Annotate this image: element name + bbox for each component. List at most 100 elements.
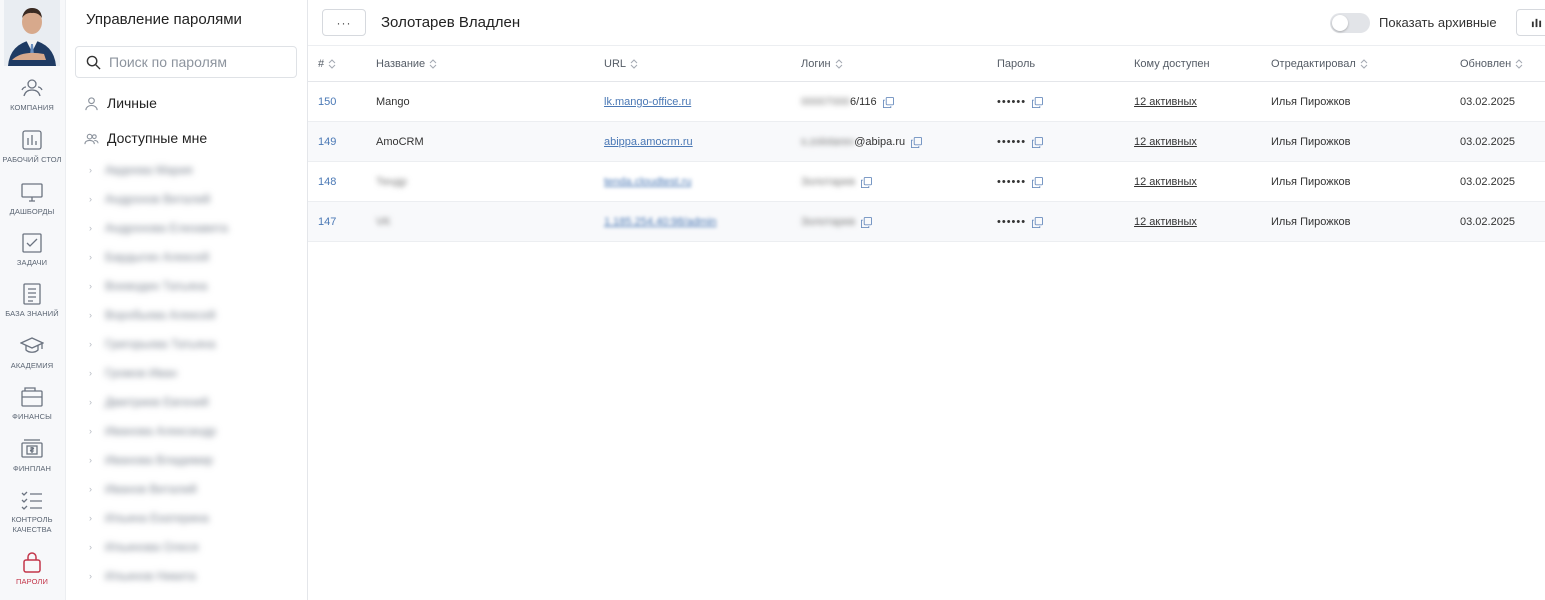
copy-icon[interactable]: [1032, 136, 1044, 148]
row-id[interactable]: 149: [318, 136, 336, 148]
copy-icon[interactable]: [1032, 176, 1044, 188]
table-row[interactable]: 149 AmoCRM abippa.amocrm.ru s.zolotarev @…: [308, 122, 1545, 162]
chevron-right-icon: ›: [89, 513, 92, 523]
search-box[interactable]: [75, 46, 297, 78]
row-edited-by: Илья Пирожков: [1271, 216, 1351, 228]
cash-register-icon: [21, 439, 43, 458]
nav-desktop[interactable]: РАБОЧИЙ СТОЛ: [0, 128, 64, 179]
search-input[interactable]: [109, 54, 289, 70]
copy-icon[interactable]: [882, 96, 894, 108]
sort-icon: [835, 59, 843, 69]
stats-button[interactable]: [1516, 9, 1545, 36]
copy-icon[interactable]: [861, 216, 873, 228]
graduation-cap-icon: [20, 337, 44, 353]
nav-tasks[interactable]: ЗАДАЧИ: [0, 231, 64, 282]
nav-finplan[interactable]: ФИНПЛАН: [0, 437, 64, 488]
sort-icon: [630, 59, 638, 69]
column-header-login[interactable]: Логин: [801, 58, 843, 70]
lock-icon: [23, 552, 41, 573]
sort-icon: [1360, 59, 1368, 69]
row-password: ••••••: [997, 176, 1044, 188]
chevron-right-icon: ›: [89, 165, 92, 175]
tree-person[interactable]: › Воеводин Татьяна: [89, 277, 207, 295]
chevron-right-icon: ›: [89, 310, 92, 320]
nav-academy[interactable]: АКАДЕМИЯ: [0, 334, 64, 385]
archive-toggle-label: Показать архивные: [1379, 15, 1497, 30]
tree-node-label: Доступные мне: [107, 130, 208, 146]
monitor-icon: [21, 183, 43, 202]
nav-dashboards[interactable]: ДАШБОРДЫ: [0, 180, 64, 231]
main-content: ··· Золотарев Владлен Показать архивные …: [308, 0, 1545, 600]
row-id[interactable]: 147: [318, 216, 336, 228]
column-header-id[interactable]: #: [318, 58, 336, 70]
toolbar: ··· Золотарев Владлен Показать архивные: [308, 0, 1545, 46]
row-login: Золотарев: [801, 216, 873, 228]
nav-knowledge-base[interactable]: БАЗА ЗНАНИЙ: [0, 282, 64, 333]
user-avatar[interactable]: [4, 0, 60, 66]
tree-person[interactable]: › Андронова Елизавета: [89, 219, 228, 237]
archive-toggle[interactable]: [1330, 13, 1370, 33]
row-url-link[interactable]: tenda.cloudtest.ru: [604, 176, 691, 188]
row-url-link[interactable]: 1.185.254.40:98/admin: [604, 216, 717, 228]
nav-company[interactable]: КОМПАНИЯ: [0, 76, 64, 127]
copy-icon[interactable]: [861, 176, 873, 188]
tree-person[interactable]: › Громов Иван: [89, 364, 177, 382]
copy-icon[interactable]: [1032, 216, 1044, 228]
row-name: Mango: [376, 96, 410, 108]
tree-person[interactable]: › Ильина Екатерина: [89, 509, 209, 527]
app-sidebar: КОМПАНИЯ РАБОЧИЙ СТОЛ ДАШБОРДЫ ЗАДАЧИ БА…: [0, 0, 66, 600]
row-id[interactable]: 148: [318, 176, 336, 188]
nav-finance[interactable]: ФИНАНСЫ: [0, 385, 64, 436]
chevron-right-icon: ›: [89, 194, 92, 204]
row-url-link[interactable]: abippa.amocrm.ru: [604, 136, 693, 148]
tree-person[interactable]: › Ильинов Никита: [89, 567, 196, 585]
search-icon: [86, 55, 101, 70]
row-password: ••••••: [997, 96, 1044, 108]
table-row[interactable]: 147 VK 1.185.254.40:98/admin Золотарев •…: [308, 202, 1545, 242]
row-url-link[interactable]: lk.mango-office.ru: [604, 96, 691, 108]
more-actions-button[interactable]: ···: [322, 9, 366, 36]
table-row[interactable]: 150 Mango lk.mango-office.ru 00007000 6/1…: [308, 82, 1545, 122]
copy-icon[interactable]: [1032, 96, 1044, 108]
column-header-url[interactable]: URL: [604, 58, 638, 70]
table-header: # Название URL Логин Пароль Кому доступе…: [308, 47, 1545, 82]
row-id[interactable]: 150: [318, 96, 336, 108]
bar-chart-icon: [1531, 18, 1542, 28]
row-password: ••••••: [997, 216, 1044, 228]
row-access-link[interactable]: 12 активных: [1134, 216, 1197, 228]
row-edited-by: Илья Пирожков: [1271, 96, 1351, 108]
tree-person[interactable]: › Андронов Виталий: [89, 190, 210, 208]
tree-node-shared[interactable]: Доступные мне: [84, 130, 207, 146]
tree-person[interactable]: › Ильинова Олеся: [89, 538, 199, 556]
tree-person[interactable]: › Дмитриев Евгений: [89, 393, 209, 411]
row-access-link[interactable]: 12 активных: [1134, 96, 1197, 108]
tree-person[interactable]: › Авдеева Мария: [89, 161, 193, 179]
row-updated: 03.02.2025: [1460, 96, 1516, 108]
tree-person[interactable]: › Иванова Александр: [89, 422, 216, 440]
column-header-updated[interactable]: Обновлен: [1460, 58, 1523, 70]
tree-person[interactable]: › Григорьева Татьяна: [89, 335, 216, 353]
tree-person[interactable]: › Иванова Владимир: [89, 451, 213, 469]
chevron-right-icon: ›: [89, 397, 92, 407]
tree-person[interactable]: › Иванов Виталий: [89, 480, 197, 498]
row-access-link[interactable]: 12 активных: [1134, 136, 1197, 148]
desktop-icon: [22, 130, 42, 150]
copy-icon[interactable]: [911, 136, 923, 148]
row-updated: 03.02.2025: [1460, 136, 1516, 148]
checkbox-icon: [22, 233, 42, 253]
tree-node-personal[interactable]: Личные: [84, 95, 157, 111]
row-access-link[interactable]: 12 активных: [1134, 176, 1197, 188]
table-row[interactable]: 148 Тендр tenda.cloudtest.ru Золотарев •…: [308, 162, 1545, 202]
document-icon: [23, 283, 41, 305]
column-header-name[interactable]: Название: [376, 58, 437, 70]
sort-icon: [429, 59, 437, 69]
row-name: AmoCRM: [376, 136, 424, 148]
toggle-knob: [1332, 15, 1348, 31]
tree-person[interactable]: › Воробьева Алексей: [89, 306, 216, 324]
tree-person[interactable]: › Бардыгин Алексей: [89, 248, 209, 266]
nav-passwords[interactable]: ПАРОЛИ: [0, 550, 64, 600]
column-header-edited-by[interactable]: Отредактировал: [1271, 58, 1368, 70]
nav-quality-control[interactable]: КОНТРОЛЬ КАЧЕСТВА: [0, 488, 64, 539]
company-icon: [21, 79, 43, 97]
chevron-right-icon: ›: [89, 571, 92, 581]
